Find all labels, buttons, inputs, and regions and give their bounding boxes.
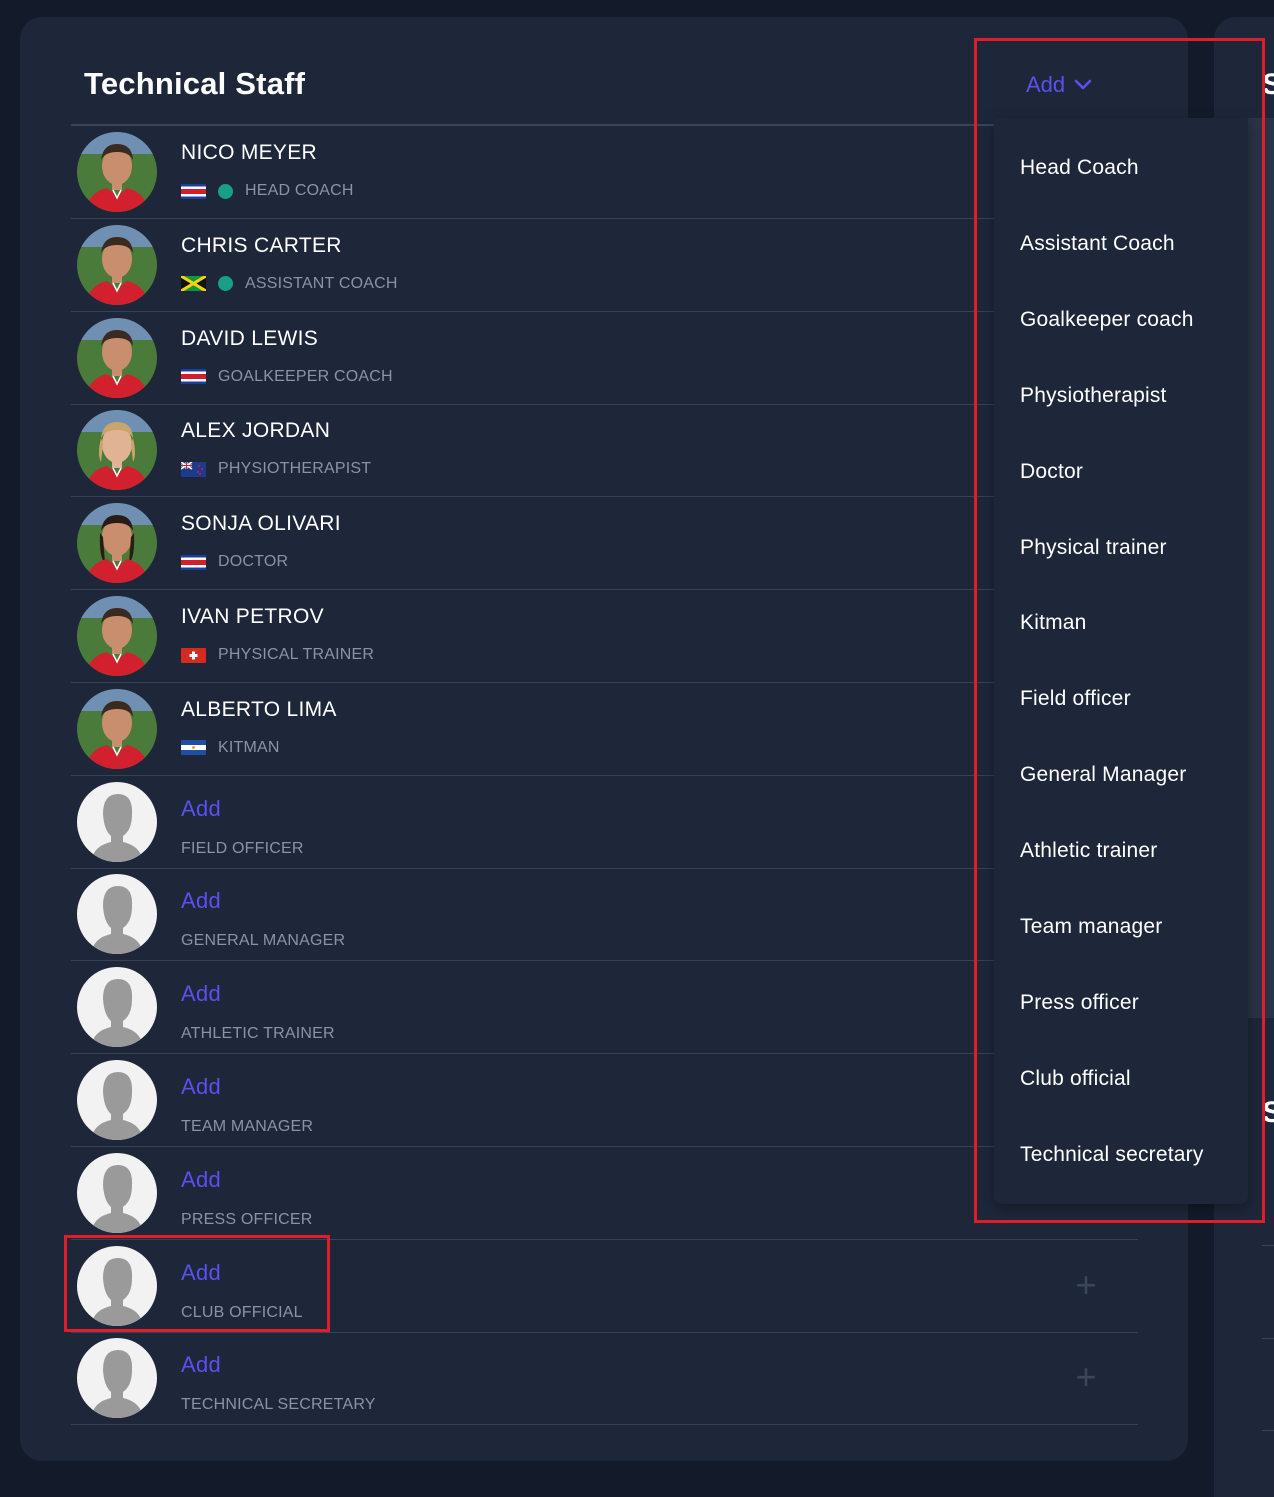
placeholder-avatar-icon: [77, 1060, 157, 1140]
status-dot-icon: [218, 276, 233, 292]
vacant-role: GENERAL MANAGER: [181, 932, 346, 950]
placeholder-avatar-icon: [77, 1152, 157, 1233]
el-salvador-flag-icon: [181, 740, 206, 756]
staff-role: GOALKEEPER COACH: [218, 367, 393, 385]
staff-meta: GOALKEEPER COACH: [181, 368, 393, 386]
staff-role: KITMAN: [218, 738, 280, 756]
costa-rica-flag-icon: [181, 183, 206, 199]
page-title: Technical Staff: [84, 66, 306, 101]
staff-name: SONJA OLIVARI: [181, 512, 341, 536]
jamaica-flag-icon: [181, 276, 206, 292]
avatar: [77, 132, 157, 212]
staff-role: PHYSICAL TRAINER: [218, 646, 375, 663]
add-staff-link[interactable]: Add: [181, 1352, 221, 1378]
add-staff-link[interactable]: Add: [181, 1167, 221, 1193]
staff-name: NICO MEYER: [181, 141, 318, 164]
staff-name: DAVID LEWIS: [181, 326, 319, 350]
new-zealand-flag-icon: [181, 461, 206, 477]
vacant-role: FIELD OFFICER: [181, 839, 304, 857]
status-dot-icon: [218, 183, 233, 199]
adjacent-divider: [1262, 1245, 1274, 1246]
staff-meta: PHYSICAL TRAINER: [181, 646, 374, 664]
avatar: [77, 224, 157, 305]
vacant-role: ATHLETIC TRAINER: [181, 1025, 335, 1043]
placeholder-avatar-icon: [77, 781, 157, 862]
staff-meta: PHYSIOTHERAPIST: [181, 460, 371, 478]
costa-rica-flag-icon: [181, 554, 206, 570]
vacant-role: TEAM MANAGER: [181, 1118, 314, 1135]
add-staff-link[interactable]: Add: [181, 888, 221, 914]
plus-icon[interactable]: +: [1071, 1359, 1101, 1395]
menu-highlight-box: [974, 38, 1265, 1223]
switzerland-flag-icon: [181, 647, 206, 663]
staff-role: DOCTOR: [218, 553, 289, 571]
staff-meta: HEAD COACH: [181, 182, 354, 200]
vacant-role: PRESS OFFICER: [181, 1210, 313, 1228]
staff-meta: DOCTOR: [181, 553, 288, 571]
plus-icon[interactable]: +: [1071, 1266, 1101, 1302]
staff-meta: KITMAN: [181, 739, 280, 757]
placeholder-avatar-icon: [77, 967, 157, 1048]
staff-meta: ASSISTANT COACH: [181, 275, 398, 293]
staff-name: IVAN PETROV: [181, 605, 324, 628]
staff-name: ALBERTO LIMA: [181, 697, 337, 721]
adjacent-divider: [1262, 1430, 1274, 1431]
placeholder-avatar-icon: [77, 874, 157, 955]
avatar: [77, 317, 157, 398]
placeholder-avatar-icon: [77, 1338, 157, 1419]
avatar: [77, 410, 157, 491]
adjacent-divider: [1262, 1338, 1274, 1339]
avatar: [77, 503, 157, 584]
staff-name: ALEX JORDAN: [181, 419, 331, 443]
add-staff-link[interactable]: Add: [181, 1074, 221, 1100]
costa-rica-flag-icon: [181, 369, 206, 385]
staff-role: HEAD COACH: [245, 182, 354, 199]
avatar: [77, 688, 157, 769]
avatar: [77, 596, 157, 676]
add-staff-link[interactable]: Add: [181, 981, 221, 1007]
vacant-role: TECHNICAL SECRETARY: [181, 1396, 376, 1414]
add-staff-link[interactable]: Add: [181, 796, 221, 822]
staff-role: PHYSIOTHERAPIST: [218, 460, 372, 478]
staff-role: ASSISTANT COACH: [245, 274, 398, 292]
vacant-role-row[interactable]: Add TECHNICAL SECRETARY +: [71, 1332, 1138, 1426]
staff-name: CHRIS CARTER: [181, 233, 342, 257]
club-official-highlight-box: [64, 1235, 330, 1332]
